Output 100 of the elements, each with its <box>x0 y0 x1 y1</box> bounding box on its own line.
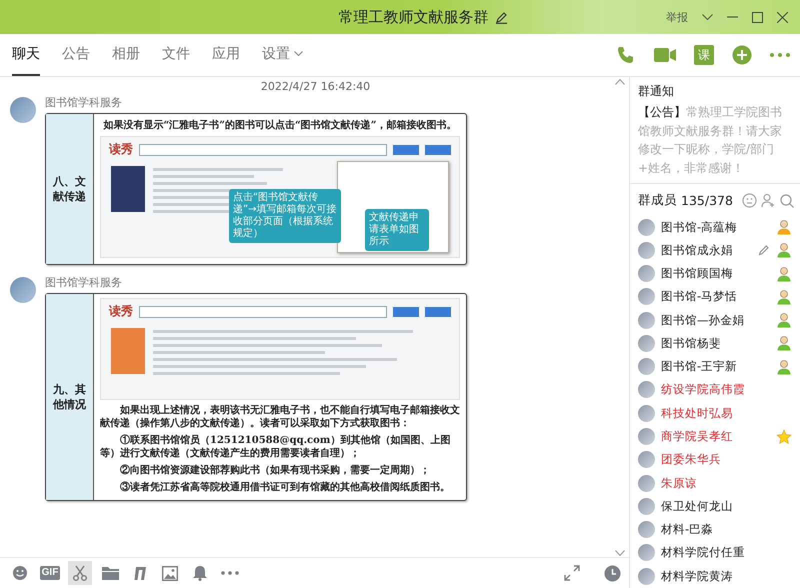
add-member-icon[interactable] <box>761 193 776 208</box>
image-icon[interactable] <box>162 566 178 580</box>
more-icon[interactable] <box>221 571 239 575</box>
member-row[interactable]: 图书馆-王宇新 <box>630 355 800 378</box>
pencil-icon[interactable] <box>758 244 770 256</box>
member-avatar <box>638 568 655 585</box>
member-row[interactable]: 材料学院付任重 <box>630 541 800 565</box>
document-paragraph: 如果出现上述情况，表明该书无汇雅电子书，也不能自行填写电子邮箱接收文献传递（操作第八步的文献传递）。读者可以采取如下方式获取图书： <box>100 404 460 430</box>
fullscreen-icon[interactable] <box>564 565 580 581</box>
member-avatar <box>638 242 655 259</box>
member-name: 材料学院付任重 <box>661 545 746 560</box>
notice-title: 群通知 <box>637 83 675 100</box>
member-row[interactable]: 材料-巴淼 <box>630 518 800 542</box>
member-count: 135/378 <box>681 193 733 208</box>
minimize-icon[interactable] <box>727 16 738 18</box>
site-logo: 读秀 <box>109 303 133 320</box>
member-avatar <box>638 358 655 376</box>
member-name: 保卫处何龙山 <box>661 498 734 514</box>
tool-button[interactable] <box>68 561 92 585</box>
clock-icon[interactable] <box>604 564 621 582</box>
member-row[interactable]: 商学院吴孝红 <box>630 424 800 448</box>
section-label: 九、其他情况 <box>46 294 94 500</box>
tab[interactable]: 聊天 <box>12 34 40 76</box>
member-row[interactable]: 科技处时弘易 <box>630 402 800 425</box>
member-row[interactable]: 团委朱华兵 <box>630 448 800 472</box>
member-row[interactable]: 纺设学院高伟霞 <box>630 378 800 402</box>
avatar <box>10 97 36 123</box>
member-name: 图书馆—孙金娟 <box>661 312 746 328</box>
member-name: 纺设学院高伟霞 <box>661 382 746 398</box>
search-button-drawing <box>425 144 451 154</box>
tab[interactable]: 设置 <box>262 34 303 76</box>
pencil-icon[interactable] <box>494 10 508 24</box>
maximize-icon[interactable] <box>752 12 763 22</box>
window-title: 常理工教师文献服务群 <box>338 8 488 26</box>
chevron-down-icon[interactable] <box>702 14 713 20</box>
report-link[interactable]: 举报 <box>666 10 688 24</box>
member-row[interactable]: 材料学院黄涛 <box>630 564 800 588</box>
member-name: 科技处时弘易 <box>661 406 734 421</box>
member-row[interactable]: 保卫处何龙山 <box>630 494 800 518</box>
tab[interactable]: 相册 <box>112 34 140 76</box>
member-row[interactable]: 图书馆成永娟 <box>630 238 800 262</box>
document-paragraph: ②向图书馆资源建设部荐购此书（如果有现书采购，需要一定周期）； <box>119 464 431 477</box>
phone-icon[interactable] <box>616 45 636 65</box>
book-cover-placeholder <box>111 328 145 374</box>
close-icon[interactable] <box>777 12 788 22</box>
member-avatar <box>638 498 655 515</box>
member-name: 朱原谅 <box>661 476 698 491</box>
member-name: 图书馆-王宇新 <box>661 359 738 374</box>
tab[interactable]: 应用 <box>212 34 240 76</box>
message-timestamp: 2022/4/27 16:42:40 <box>260 79 372 95</box>
video-camera-icon[interactable] <box>654 47 676 63</box>
notice-text[interactable]: 【公告】常熟理工学院图书馆教师文献服务群！请大家修改一下昵称，学院/部门+姓名，非常感谢！ <box>630 103 800 184</box>
scissors-icon[interactable] <box>72 565 88 581</box>
member-avatar <box>638 265 655 282</box>
member-avatar <box>638 428 655 446</box>
section-label: 八、文献传递 <box>46 114 94 264</box>
member-avatar <box>638 334 655 352</box>
member-name: 材料-巴淼 <box>661 522 714 538</box>
collapse-icon[interactable] <box>615 79 625 85</box>
sender-name: 图书馆学科服务 <box>45 275 123 290</box>
add-icon[interactable] <box>732 45 752 65</box>
site-logo: 读秀 <box>109 141 133 158</box>
members-title: 群成员 <box>638 192 677 210</box>
document-paragraph: ①联系图书馆馆员（1251210588@qq.com）到其他馆（如国图、上图等）进行文献传递（文献传递产生的费用需要读者自理）； <box>100 434 452 460</box>
member-avatar <box>638 404 655 422</box>
member-row[interactable]: 图书馆杨斐 <box>630 332 800 356</box>
more-icon[interactable] <box>770 53 790 57</box>
member-name: 图书馆顾国梅 <box>661 266 734 282</box>
search-icon[interactable] <box>780 194 794 208</box>
member-row[interactable]: 图书馆顾国梅 <box>630 262 800 286</box>
member-avatar <box>638 544 655 562</box>
member-name: 商学院吴孝红 <box>661 429 734 444</box>
member-row[interactable]: 图书馆—孙金娟 <box>630 308 800 332</box>
member-name: 图书馆杨斐 <box>661 336 722 351</box>
search-button-drawing <box>425 306 451 316</box>
sender-name: 图书馆学科服务 <box>45 95 123 110</box>
member-avatar <box>638 218 655 236</box>
expand-icon[interactable] <box>615 550 625 556</box>
tab[interactable]: 公告 <box>62 34 90 76</box>
member-row[interactable]: 图书馆-马梦恬 <box>630 285 800 308</box>
smiley-icon[interactable] <box>12 565 28 581</box>
member-name: 材料学院黄涛 <box>661 568 734 584</box>
face-icon[interactable] <box>742 193 757 208</box>
member-row[interactable]: 图书馆-高蕴梅 <box>630 215 800 239</box>
bell-icon[interactable] <box>193 565 207 581</box>
member-avatar <box>638 381 655 398</box>
member-row[interactable]: 朱原谅 <box>630 471 800 495</box>
callout-tooltip: 点击“图书馆文献传递”→填写邮箱每次可接收部分页面（根据系统规定） <box>229 189 341 243</box>
member-avatar <box>638 288 655 306</box>
folder-icon[interactable] <box>102 566 118 580</box>
member-name: 图书馆成永娟 <box>661 242 734 258</box>
avatar <box>10 277 36 303</box>
member-avatar <box>638 521 655 538</box>
member-name: 团委朱华兵 <box>661 452 722 468</box>
search-button-drawing <box>393 144 419 154</box>
member-avatar <box>638 451 655 468</box>
member-name: 图书馆-马梦恬 <box>661 289 738 304</box>
search-button-drawing <box>393 306 419 316</box>
tab[interactable]: 文件 <box>162 34 190 76</box>
member-avatar <box>638 312 655 329</box>
